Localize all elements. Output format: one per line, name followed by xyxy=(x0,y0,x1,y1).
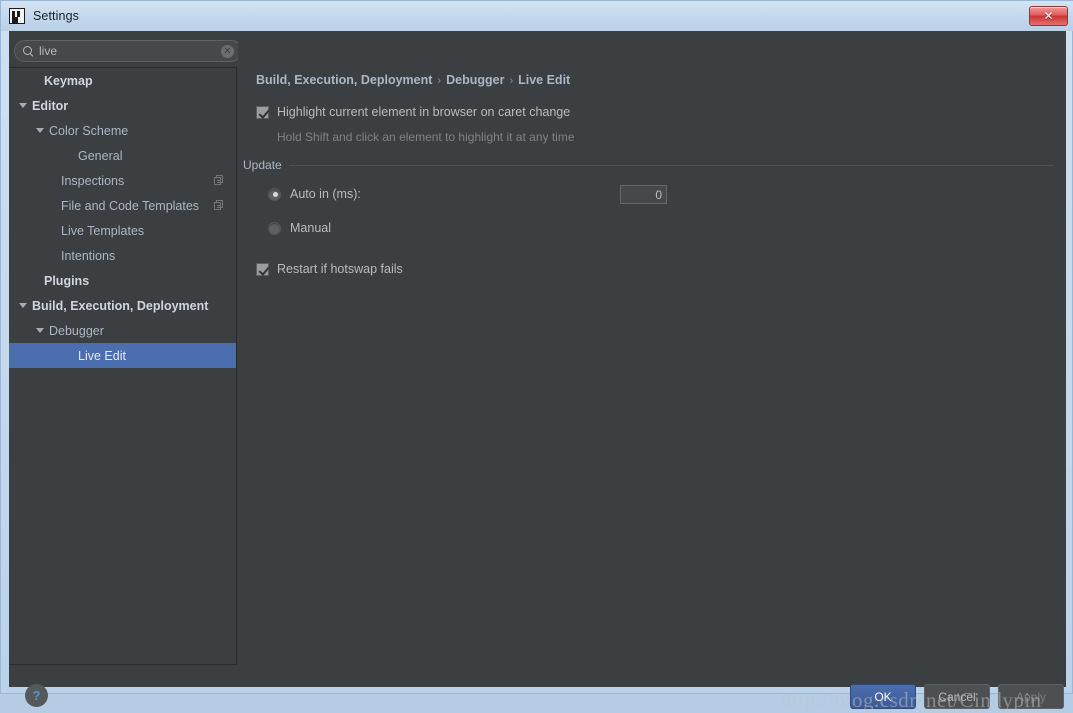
copy-settings-icon[interactable] xyxy=(214,175,224,185)
settings-tree[interactable]: Keymap Editor Color Scheme General Inspectio… xyxy=(9,67,237,665)
breadcrumb-part: Live Edit xyxy=(518,73,571,87)
sidebar-item-label: Intentions xyxy=(61,248,116,263)
breadcrumb-separator: › xyxy=(437,75,442,87)
sidebar-item-live-edit[interactable]: Live Edit xyxy=(9,343,236,368)
copy-settings-icon[interactable] xyxy=(214,200,224,210)
title-bar: Settings ✕ xyxy=(1,1,1073,31)
auto-ms-input[interactable] xyxy=(620,185,667,204)
sidebar-item-label: File and Code Templates xyxy=(61,198,200,213)
help-button[interactable]: ? xyxy=(25,684,48,707)
sidebar-item-keymap[interactable]: Keymap xyxy=(9,68,236,93)
manual-radio-button[interactable] xyxy=(268,221,281,235)
breadcrumb: Build, Execution, Deployment › Debugger › Li… xyxy=(256,73,570,87)
search-row: ✕ xyxy=(14,40,242,62)
search-icon xyxy=(23,45,34,57)
sidebar-item-build-execution-deployment[interactable]: Build, Execution, Deployment xyxy=(9,293,236,318)
group-separator-line xyxy=(288,164,1053,166)
auto-radio-row[interactable]: Auto in (ms): xyxy=(268,187,361,201)
sidebar-item-label: Live Templates xyxy=(61,223,145,238)
ok-button[interactable]: OK xyxy=(850,684,916,709)
sidebar-item-label: Editor xyxy=(32,98,69,113)
update-group-label: Update xyxy=(243,158,282,172)
auto-radio-label: Auto in (ms): xyxy=(290,187,361,201)
auto-radio-button[interactable] xyxy=(268,187,281,201)
manual-radio-row[interactable]: Manual xyxy=(268,221,331,235)
sidebar-item-label: Build, Execution, Deployment xyxy=(32,298,209,313)
sidebar-item-general[interactable]: General xyxy=(9,143,236,168)
apply-button[interactable]: Apply xyxy=(998,684,1064,709)
close-icon: ✕ xyxy=(1043,9,1054,23)
chevron-down-icon[interactable] xyxy=(19,303,27,308)
highlight-element-checkbox-row[interactable]: Highlight current element in browser on … xyxy=(256,105,570,119)
sidebar-item-label: Color Scheme xyxy=(49,123,129,138)
sidebar-item-label: Keymap xyxy=(44,73,93,88)
sidebar-item-label: General xyxy=(78,148,123,163)
sidebar-item-intentions[interactable]: Intentions xyxy=(9,243,236,268)
sidebar-item-color-scheme[interactable]: Color Scheme xyxy=(9,118,236,143)
manual-radio-label: Manual xyxy=(290,221,331,235)
dialog-body: ✕ Keymap Editor Color Scheme General Inspect… xyxy=(9,31,1066,712)
sidebar-item-inspections[interactable]: Inspections xyxy=(9,168,236,193)
cancel-button[interactable]: Cancel xyxy=(924,684,990,709)
chevron-down-icon[interactable] xyxy=(19,103,27,108)
clear-circle-icon[interactable]: ✕ xyxy=(221,45,234,58)
breadcrumb-part: Debugger xyxy=(446,73,505,87)
chevron-down-icon[interactable] xyxy=(36,328,44,333)
search-input[interactable] xyxy=(39,44,209,58)
sidebar-item-label: Plugins xyxy=(44,273,90,288)
sidebar-item-plugins[interactable]: Plugins xyxy=(9,268,236,293)
breadcrumb-separator: › xyxy=(509,75,514,87)
update-group-header: Update xyxy=(243,157,1061,173)
settings-dialog-window: Settings ✕ ✕ Keymap Editor Color Scheme Gen… xyxy=(0,0,1073,712)
shift-click-hint: Hold Shift and click an element to highl… xyxy=(277,130,575,144)
search-box[interactable]: ✕ xyxy=(14,40,242,62)
window-title: Settings xyxy=(33,9,79,23)
highlight-element-checkbox[interactable] xyxy=(256,105,269,119)
sidebar-item-label: Live Edit xyxy=(78,348,126,363)
sidebar-item-label: Inspections xyxy=(61,173,125,188)
main-content-panel: Build, Execution, Deployment › Debugger › Li… xyxy=(238,31,1066,665)
restart-hotswap-checkbox[interactable] xyxy=(256,262,269,276)
highlight-element-label: Highlight current element in browser on … xyxy=(277,105,571,119)
restart-hotswap-checkbox-row[interactable]: Restart if hotswap fails xyxy=(256,262,403,276)
sidebar-item-live-templates[interactable]: Live Templates xyxy=(9,218,236,243)
sidebar-item-label: Debugger xyxy=(49,323,104,338)
restart-hotswap-label: Restart if hotswap fails xyxy=(277,262,403,276)
breadcrumb-part: Build, Execution, Deployment xyxy=(256,73,433,87)
sidebar-item-editor[interactable]: Editor xyxy=(9,93,236,118)
sidebar-item-debugger[interactable]: Debugger xyxy=(9,318,236,343)
intellij-idea-icon xyxy=(9,8,25,24)
close-button[interactable]: ✕ xyxy=(1029,6,1068,26)
chevron-down-icon[interactable] xyxy=(36,128,44,133)
sidebar-item-file-and-code-templates[interactable]: File and Code Templates xyxy=(9,193,236,218)
